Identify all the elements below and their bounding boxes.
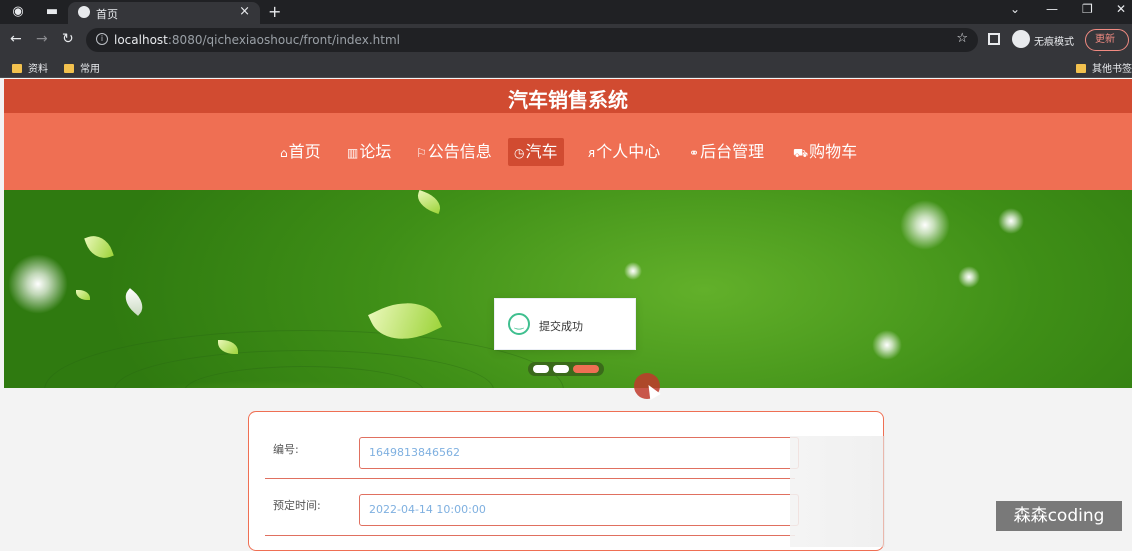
incognito-icon[interactable]: [1012, 30, 1030, 48]
globe-icon[interactable]: ◉: [10, 4, 26, 20]
nav-item-profile[interactable]: ᴙ个人中心: [582, 138, 666, 166]
light-glow: [958, 266, 980, 288]
window-close-icon[interactable]: ✕: [1116, 2, 1126, 16]
bookmark-folder-changyong[interactable]: 常用: [64, 60, 100, 75]
restore-icon[interactable]: ❐: [1082, 2, 1093, 16]
browser-toolbar: ← → ↻ i localhost:8080/qichexiaoshouc/fr…: [0, 24, 1132, 65]
folder-icon: [12, 64, 22, 73]
row-divider: [265, 535, 795, 536]
bookmarks-bar: 资料 常用 其他书签: [0, 56, 1132, 78]
banner-carousel[interactable]: [4, 190, 1132, 388]
nav-item-cars[interactable]: ◷汽车: [508, 138, 564, 166]
link-icon: ⚭: [689, 146, 700, 160]
nav-item-admin[interactable]: ⚭后台管理: [683, 138, 770, 166]
smile-icon: ‿: [508, 313, 530, 335]
site-title: 汽车销售系统: [508, 88, 628, 112]
back-icon[interactable]: ←: [10, 31, 22, 47]
incognito-label[interactable]: 无痕模式: [1034, 33, 1074, 48]
clock-icon: ◷: [514, 146, 525, 160]
field-label-booking-time: 预定时间:: [273, 499, 321, 512]
flag-icon: ⚐: [416, 146, 427, 160]
light-glow: [998, 208, 1024, 234]
row-divider: [265, 478, 795, 479]
booking-form-card: 编号: 1649813846562 预定时间: 2022-04-14 10:00…: [248, 411, 884, 551]
info-icon[interactable]: i: [96, 33, 108, 45]
minimize-icon[interactable]: —: [1046, 2, 1058, 16]
carousel-dot-active[interactable]: [573, 365, 599, 373]
window-icon[interactable]: ▬: [44, 4, 60, 20]
folder-icon: [1076, 64, 1086, 73]
leaf-image: [76, 290, 90, 300]
main-nav: ⌂首页 ▥论坛 ⚐公告信息 ◷汽车 ᴙ个人中心 ⚭后台管理 ⛟购物车: [4, 113, 1132, 190]
side-panel-icon[interactable]: [988, 33, 1000, 45]
user-icon: ᴙ: [588, 146, 596, 160]
browser-tab-bar: ◉ ▬ 首页 × + ⌄ — ❐ ✕: [0, 0, 1132, 24]
light-glow: [8, 254, 68, 314]
nav-item-announcements[interactable]: ⚐公告信息: [410, 138, 498, 166]
chevron-down-icon[interactable]: ⌄: [1010, 2, 1020, 16]
carousel-dot[interactable]: [553, 365, 569, 373]
id-field[interactable]: 1649813846562: [359, 437, 799, 469]
leaf-image: [414, 190, 444, 214]
home-icon: ⌂: [280, 146, 288, 160]
address-bar[interactable]: i localhost:8080/qichexiaoshouc/front/in…: [86, 28, 978, 52]
leaf-image: [84, 231, 114, 263]
bookmark-folder-ziliao[interactable]: 资料: [12, 60, 48, 75]
tab-favicon-icon: [78, 6, 90, 18]
browser-tab[interactable]: 首页 ×: [68, 2, 260, 24]
leaf-image: [119, 288, 149, 316]
toast-message: 提交成功: [539, 320, 583, 333]
light-glow: [900, 200, 950, 250]
field-label-id: 编号:: [273, 443, 299, 456]
nav-item-cart[interactable]: ⛟购物车: [787, 138, 863, 166]
carousel-indicator: [528, 362, 604, 376]
new-tab-icon[interactable]: +: [268, 2, 281, 21]
cart-icon: ⛟: [793, 146, 809, 160]
bookmark-star-icon[interactable]: ☆: [956, 31, 968, 46]
booking-time-field[interactable]: 2022-04-14 10:00:00: [359, 494, 799, 526]
tab-title: 首页: [96, 8, 118, 21]
forward-icon[interactable]: →: [36, 31, 48, 47]
light-glow: [872, 330, 902, 360]
forum-icon: ▥: [347, 146, 359, 160]
fade-overlay: [790, 436, 885, 547]
url-text[interactable]: localhost:8080/qichexiaoshouc/front/inde…: [114, 33, 400, 47]
close-icon[interactable]: ×: [239, 4, 250, 19]
folder-icon: [64, 64, 74, 73]
site-header: 汽车销售系统: [4, 79, 1132, 113]
bookmark-folder-other[interactable]: 其他书签: [1076, 60, 1132, 75]
light-glow: [624, 262, 642, 280]
success-toast: ‿ 提交成功: [494, 298, 636, 350]
nav-item-forum[interactable]: ▥论坛: [341, 138, 397, 166]
nav-item-home[interactable]: ⌂首页: [274, 138, 327, 166]
reload-icon[interactable]: ↻: [62, 31, 74, 47]
update-button[interactable]: 更新 ⋮: [1085, 29, 1129, 65]
watermark: 森森coding: [996, 501, 1122, 531]
carousel-dot[interactable]: [533, 365, 549, 373]
